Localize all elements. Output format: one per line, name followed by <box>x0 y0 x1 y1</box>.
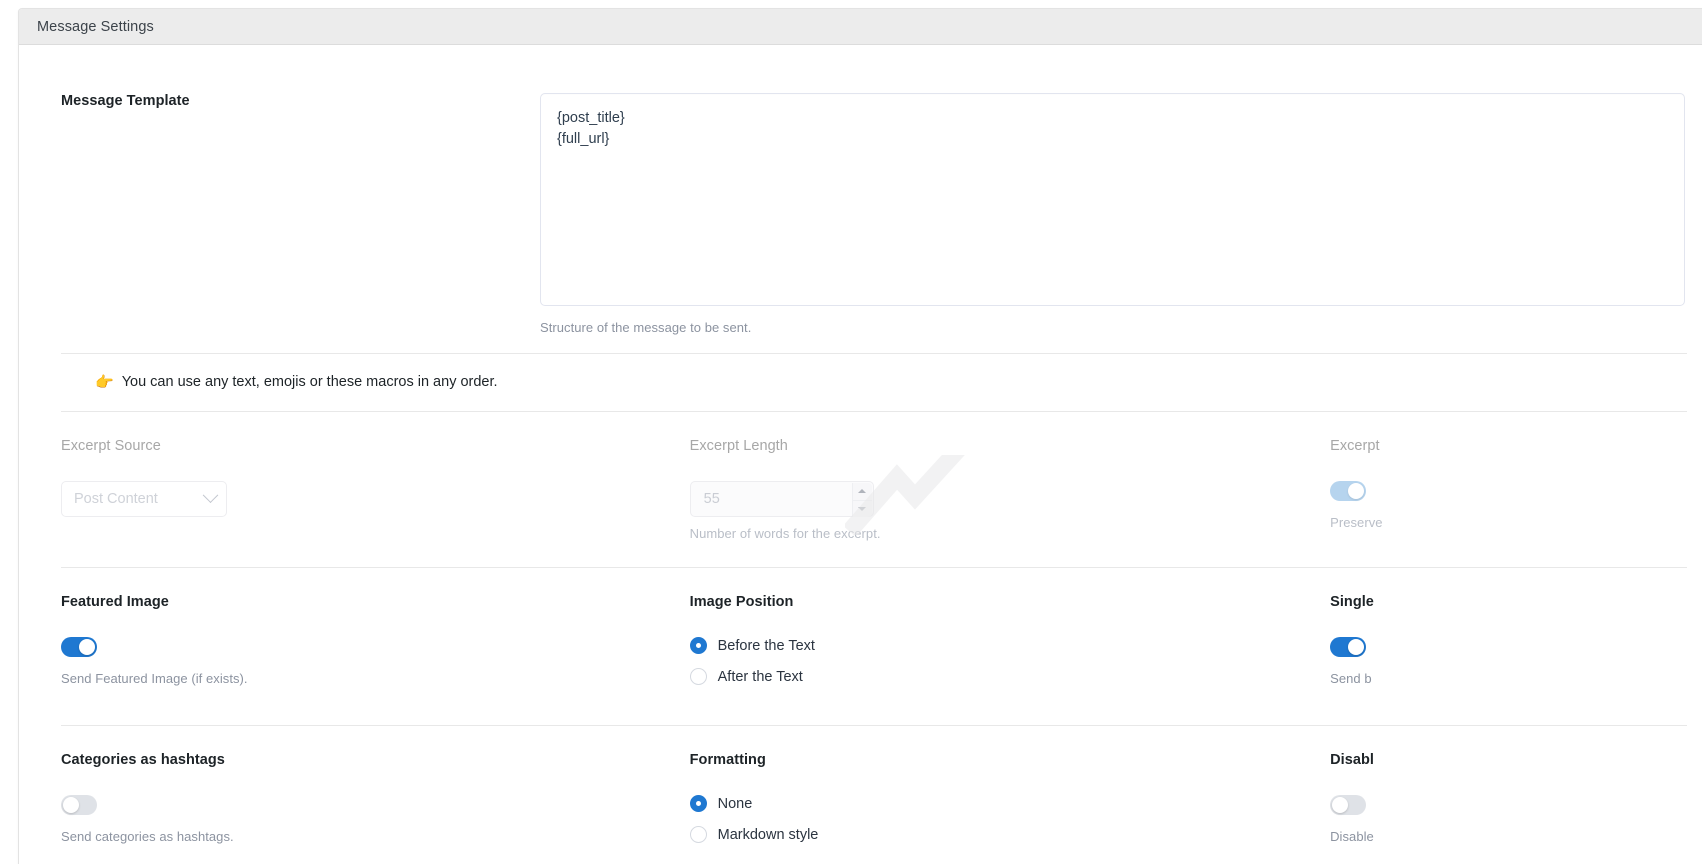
excerpt-settings-row: Excerpt Source Post Content Excerpt Leng… <box>43 412 1685 567</box>
formatting-radio-group: None Markdown style <box>690 795 1330 843</box>
message-settings-panel: Message Settings Message Template Struct… <box>18 8 1702 864</box>
excerpt-source-selected-value: Post Content <box>74 491 158 507</box>
excerpt-length-help: Number of words for the excerpt. <box>690 526 1330 541</box>
toggle-knob <box>1332 797 1348 813</box>
formatting-cell: Formatting None Markdown style <box>690 752 1330 857</box>
message-template-input-wrap: Structure of the message to be sent. <box>540 93 1685 335</box>
formatting-label: Formatting <box>690 752 1330 768</box>
excerpt-preserve-label: Excerpt <box>1330 438 1685 454</box>
message-template-textarea[interactable] <box>540 93 1685 306</box>
single-image-cell: Single Send b <box>1330 594 1685 699</box>
categories-hashtags-cell: Categories as hashtags Send categories a… <box>61 752 690 857</box>
radio-option-none[interactable]: None <box>690 795 1330 812</box>
excerpt-length-spinner <box>852 483 872 517</box>
image-position-radio-group: Before the Text After the Text <box>690 637 1330 685</box>
message-template-label-wrap: Message Template <box>43 93 540 335</box>
disable-help: Disable <box>1330 829 1685 844</box>
excerpt-source-label: Excerpt Source <box>61 438 690 454</box>
excerpt-preserve-cell: Excerpt Preserve <box>1330 438 1685 541</box>
categories-hashtags-label: Categories as hashtags <box>61 752 690 768</box>
settings-page: Message Settings Message Template Struct… <box>0 0 1702 864</box>
excerpt-length-value: 55 <box>691 491 720 507</box>
excerpt-source-select[interactable]: Post Content <box>61 481 227 517</box>
radio-label: Markdown style <box>718 827 819 843</box>
excerpt-preserve-help: Preserve <box>1330 515 1685 530</box>
toggle-knob <box>1348 483 1364 499</box>
radio-icon[interactable] <box>690 795 707 812</box>
featured-image-label: Featured Image <box>61 594 690 610</box>
disable-toggle[interactable] <box>1330 795 1366 815</box>
categories-formatting-row: Categories as hashtags Send categories a… <box>43 726 1685 864</box>
excerpt-source-cell: Excerpt Source Post Content <box>61 438 690 541</box>
disable-cell: Disabl Disable <box>1330 752 1685 857</box>
featured-image-toggle-wrap <box>61 637 690 662</box>
excerpt-length-label: Excerpt Length <box>690 438 1330 454</box>
radio-label: Before the Text <box>718 638 815 654</box>
image-position-label: Image Position <box>690 594 1330 610</box>
disable-toggle-wrap <box>1330 795 1685 820</box>
message-template-help: Structure of the message to be sent. <box>540 320 1685 335</box>
featured-image-toggle[interactable] <box>61 637 97 657</box>
single-image-label: Single <box>1330 594 1685 610</box>
categories-hashtags-toggle-wrap <box>61 795 690 820</box>
stepper-up-button[interactable] <box>853 483 872 501</box>
excerpt-length-cell: Excerpt Length 55 Number of words fo <box>690 438 1330 541</box>
single-image-toggle[interactable] <box>1330 637 1366 657</box>
excerpt-length-stepper[interactable]: 55 <box>690 481 874 517</box>
toggle-knob <box>79 639 95 655</box>
excerpt-preserve-toggle-wrap <box>1330 481 1685 506</box>
message-template-row: Message Template Structure of the messag… <box>43 45 1685 335</box>
single-image-toggle-wrap <box>1330 637 1685 662</box>
categories-hashtags-help: Send categories as hashtags. <box>61 829 690 844</box>
page-title: Message Settings <box>37 19 154 35</box>
macro-hint-row: 👉 You can use any text, emojis or these … <box>43 354 1685 411</box>
radio-option-after-the-text[interactable]: After the Text <box>690 668 1330 685</box>
excerpt-preserve-toggle[interactable] <box>1330 481 1366 501</box>
stepper-down-button[interactable] <box>853 501 872 518</box>
radio-icon[interactable] <box>690 826 707 843</box>
chevron-down-icon <box>203 487 219 503</box>
disable-label: Disabl <box>1330 752 1685 768</box>
categories-hashtags-toggle[interactable] <box>61 795 97 815</box>
triangle-up-icon <box>858 489 866 493</box>
single-image-help: Send b <box>1330 671 1685 686</box>
excerpt-source-select-wrap: Post Content <box>61 481 227 517</box>
message-template-label: Message Template <box>61 93 540 109</box>
image-position-cell: Image Position Before the Text After the… <box>690 594 1330 699</box>
featured-image-help: Send Featured Image (if exists). <box>61 671 690 686</box>
panel-header: Message Settings <box>19 9 1702 45</box>
radio-label: None <box>718 796 753 812</box>
pointing-finger-icon: 👉 <box>95 375 114 390</box>
radio-icon[interactable] <box>690 637 707 654</box>
macro-hint-text: You can use any text, emojis or these ma… <box>122 374 498 390</box>
toggle-knob <box>63 797 79 813</box>
radio-option-markdown-style[interactable]: Markdown style <box>690 826 1330 843</box>
triangle-down-icon <box>858 507 866 511</box>
panel-body: Message Template Structure of the messag… <box>19 45 1702 864</box>
radio-option-before-the-text[interactable]: Before the Text <box>690 637 1330 654</box>
radio-icon[interactable] <box>690 668 707 685</box>
toggle-knob <box>1348 639 1364 655</box>
radio-label: After the Text <box>718 669 803 685</box>
featured-image-cell: Featured Image Send Featured Image (if e… <box>61 594 690 699</box>
featured-image-settings-row: Featured Image Send Featured Image (if e… <box>43 568 1685 725</box>
